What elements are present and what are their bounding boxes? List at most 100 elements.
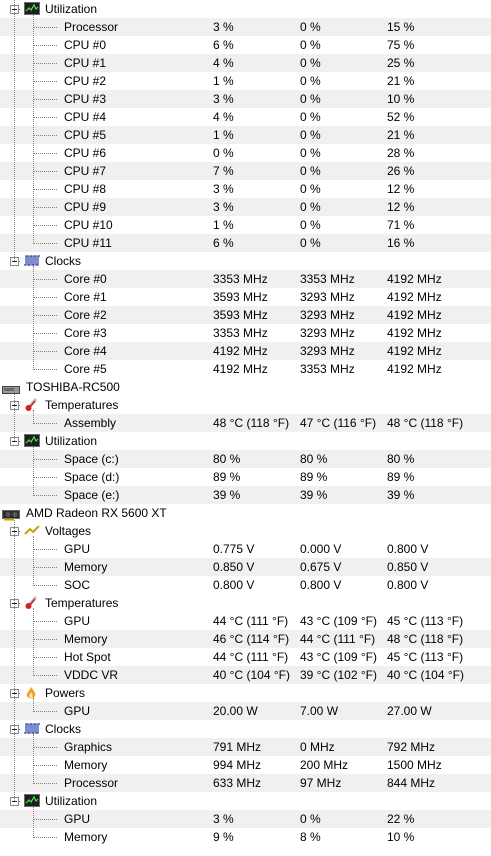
sensor-row[interactable]: Graphics 791 MHz 0 MHz 792 MHz: [0, 738, 491, 756]
sensor-row[interactable]: CPU #2 1 % 0 % 21 %: [0, 72, 491, 90]
sensor-row[interactable]: SOC 0.800 V 0.800 V 0.800 V: [0, 576, 491, 594]
min-value: 97 MHz: [300, 776, 342, 790]
tree-connector: [33, 837, 57, 838]
min-value: 200 MHz: [300, 758, 349, 772]
tree-connector: [33, 117, 57, 118]
min-value: 0 %: [300, 146, 321, 160]
group-header[interactable]: Utilization: [0, 792, 491, 810]
tree-connector: [33, 459, 57, 460]
sensor-row[interactable]: Memory 994 MHz 200 MHz 1500 MHz: [0, 756, 491, 774]
sensor-row[interactable]: CPU #3 3 % 0 % 10 %: [0, 90, 491, 108]
sensor-row[interactable]: Space (e:) 39 % 39 % 39 %: [0, 486, 491, 504]
min-value: 3293 MHz: [300, 344, 355, 358]
sensor-row[interactable]: Assembly 48 °C (118 °F) 47 °C (116 °F) 48 °…: [0, 414, 491, 432]
current-value: 40 °C (104 °F): [213, 668, 290, 682]
group-header[interactable]: Powers: [0, 684, 491, 702]
sensor-row[interactable]: CPU #1 4 % 0 % 25 %: [0, 54, 491, 72]
group-label: Powers: [45, 686, 86, 700]
max-value: 0.800 V: [387, 578, 429, 592]
sensor-row[interactable]: VDDC VR 40 °C (104 °F) 39 °C (102 °F) 40 °C…: [0, 666, 491, 684]
device-label: TOSHIBA-RC500: [26, 380, 120, 394]
sensor-row[interactable]: Memory 9 % 8 % 10 %: [0, 828, 491, 846]
tree-connector: [33, 549, 57, 550]
current-value: 39 %: [213, 488, 241, 502]
group-header[interactable]: Voltages: [0, 522, 491, 540]
sensor-label: Core #1: [64, 290, 107, 304]
sensor-row[interactable]: GPU 3 % 0 % 22 %: [0, 810, 491, 828]
tree-connector: [33, 135, 57, 136]
max-value: 0.800 V: [387, 542, 429, 556]
sensor-label: Hot Spot: [64, 650, 111, 664]
max-value: 28 %: [387, 146, 415, 160]
tree-connector: [33, 81, 57, 82]
current-value: 9 %: [213, 830, 234, 844]
utilization-icon: [24, 2, 40, 15]
group-header[interactable]: Clocks: [0, 252, 491, 270]
sensor-row[interactable]: CPU #7 7 % 0 % 26 %: [0, 162, 491, 180]
sensor-row[interactable]: CPU #5 1 % 0 % 21 %: [0, 126, 491, 144]
min-value: 0 %: [300, 200, 321, 214]
group-label: Utilization: [45, 2, 98, 16]
max-value: 0.850 V: [387, 560, 429, 574]
min-value: 0 %: [300, 236, 321, 250]
min-value: 0 %: [300, 128, 321, 142]
sensor-label: Core #0: [64, 272, 107, 286]
sensor-label: Processor: [64, 20, 119, 34]
sensor-row[interactable]: Core #3 3353 MHz 3293 MHz 4192 MHz: [0, 324, 491, 342]
current-value: 44 °C (111 °F): [213, 650, 289, 664]
gpu-icon: [2, 508, 20, 521]
current-value: 0.800 V: [213, 578, 255, 592]
group-header[interactable]: Clocks: [0, 720, 491, 738]
min-value: 0 %: [300, 20, 321, 34]
sensor-row[interactable]: GPU 20.00 W 7.00 W 27.00 W: [0, 702, 491, 720]
sensor-row[interactable]: Core #2 3593 MHz 3293 MHz 4192 MHz: [0, 306, 491, 324]
sensor-row[interactable]: CPU #11 6 % 0 % 16 %: [0, 234, 491, 252]
sensor-row[interactable]: Memory 46 °C (114 °F) 44 °C (111 °F) 48 °C …: [0, 630, 491, 648]
sensor-row[interactable]: Space (c:) 80 % 80 % 80 %: [0, 450, 491, 468]
current-value: 1 %: [213, 218, 234, 232]
sensor-row[interactable]: Core #4 4192 MHz 3293 MHz 4192 MHz: [0, 342, 491, 360]
sensor-row[interactable]: Core #1 3593 MHz 3293 MHz 4192 MHz: [0, 288, 491, 306]
max-value: 22 %: [387, 812, 415, 826]
sensor-row[interactable]: Hot Spot 44 °C (111 °F) 43 °C (109 °F) 45 °…: [0, 648, 491, 666]
tree-connector: [33, 225, 57, 226]
device-row[interactable]: TOSHIBA-RC500: [0, 378, 491, 396]
current-value: 7 %: [213, 164, 234, 178]
sensor-label: Core #4: [64, 344, 107, 358]
sensor-row[interactable]: Processor 3 % 0 % 15 %: [0, 18, 491, 36]
group-header[interactable]: Temperatures: [0, 594, 491, 612]
sensor-row[interactable]: Core #5 4192 MHz 3353 MHz 4192 MHz: [0, 360, 491, 378]
power-icon: [24, 686, 40, 699]
sensor-row[interactable]: CPU #9 3 % 0 % 12 %: [0, 198, 491, 216]
sensor-row[interactable]: CPU #8 3 % 0 % 12 %: [0, 180, 491, 198]
device-row[interactable]: AMD Radeon RX 5600 XT: [0, 504, 491, 522]
tree-connector: [33, 657, 57, 658]
group-label: Utilization: [45, 434, 98, 448]
current-value: 3 %: [213, 812, 234, 826]
utilization-icon: [24, 434, 40, 447]
sensor-label: Graphics: [64, 740, 113, 754]
sensor-row[interactable]: GPU 0.775 V 0.000 V 0.800 V: [0, 540, 491, 558]
tree-connector: [33, 711, 57, 712]
sensor-row[interactable]: Memory 0.850 V 0.675 V 0.850 V: [0, 558, 491, 576]
clock-icon: [24, 722, 40, 735]
current-value: 6 %: [213, 38, 234, 52]
sensor-row[interactable]: Space (d:) 89 % 89 % 89 %: [0, 468, 491, 486]
group-header[interactable]: Temperatures: [0, 396, 491, 414]
max-value: 21 %: [387, 74, 415, 88]
sensor-row[interactable]: CPU #6 0 % 0 % 28 %: [0, 144, 491, 162]
max-value: 40 °C (104 °F): [387, 668, 464, 682]
sensor-row[interactable]: GPU 44 °C (111 °F) 43 °C (109 °F) 45 °C (11…: [0, 612, 491, 630]
sensor-row[interactable]: CPU #10 1 % 0 % 71 %: [0, 216, 491, 234]
sensor-row[interactable]: CPU #4 4 % 0 % 52 %: [0, 108, 491, 126]
tree-connector: [33, 567, 57, 568]
group-label: Clocks: [45, 722, 82, 736]
group-header[interactable]: Utilization: [0, 432, 491, 450]
current-value: 48 °C (118 °F): [213, 416, 290, 430]
group-header[interactable]: Utilization: [0, 0, 491, 18]
max-value: 792 MHz: [387, 740, 436, 754]
sensor-label: Memory: [64, 632, 108, 646]
sensor-row[interactable]: Core #0 3353 MHz 3353 MHz 4192 MHz: [0, 270, 491, 288]
sensor-row[interactable]: Processor 633 MHz 97 MHz 844 MHz: [0, 774, 491, 792]
sensor-row[interactable]: CPU #0 6 % 0 % 75 %: [0, 36, 491, 54]
